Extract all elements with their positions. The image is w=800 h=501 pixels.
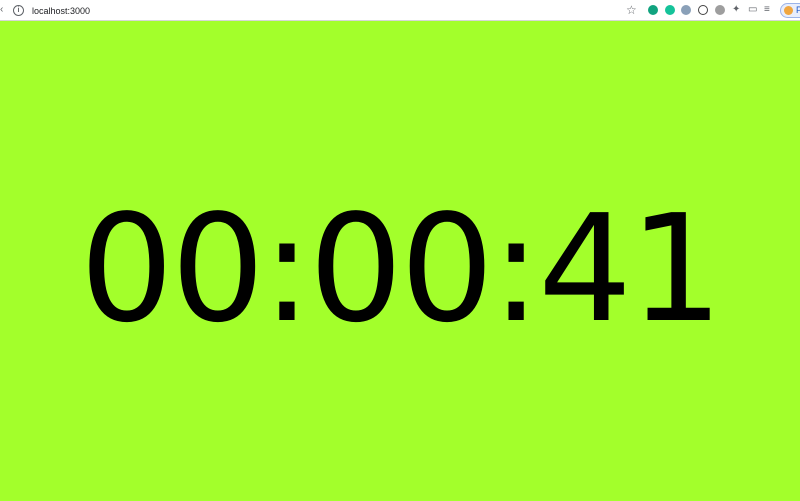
abp-icon[interactable] bbox=[715, 5, 725, 15]
green-shield-icon[interactable] bbox=[648, 5, 658, 15]
timer-display: 00:00:41 bbox=[79, 183, 724, 355]
profile-label: P bbox=[796, 5, 800, 15]
no-entry-icon[interactable] bbox=[698, 5, 708, 15]
address-bar[interactable]: i localhost:3000 bbox=[10, 2, 615, 19]
info-icon[interactable]: i bbox=[13, 5, 24, 16]
url-text[interactable]: localhost:3000 bbox=[32, 6, 90, 16]
puzzle-icon[interactable]: ✦ bbox=[732, 4, 740, 15]
bookmark-star-icon[interactable]: ☆ bbox=[626, 4, 637, 16]
timer-page: 00:00:41 bbox=[0, 21, 800, 501]
cast-icon[interactable]: ▭ bbox=[748, 4, 757, 15]
queue-icon[interactable]: ≡ bbox=[764, 4, 770, 15]
grammarly-icon[interactable] bbox=[665, 5, 675, 15]
chevron-left-icon[interactable]: ‹ bbox=[0, 5, 6, 15]
script-icon[interactable] bbox=[681, 5, 691, 15]
profile-button[interactable]: P bbox=[780, 3, 800, 18]
avatar bbox=[784, 6, 793, 15]
browser-toolbar: ‹ i localhost:3000 ☆ ✦ ▭ ≡ P bbox=[0, 0, 800, 21]
